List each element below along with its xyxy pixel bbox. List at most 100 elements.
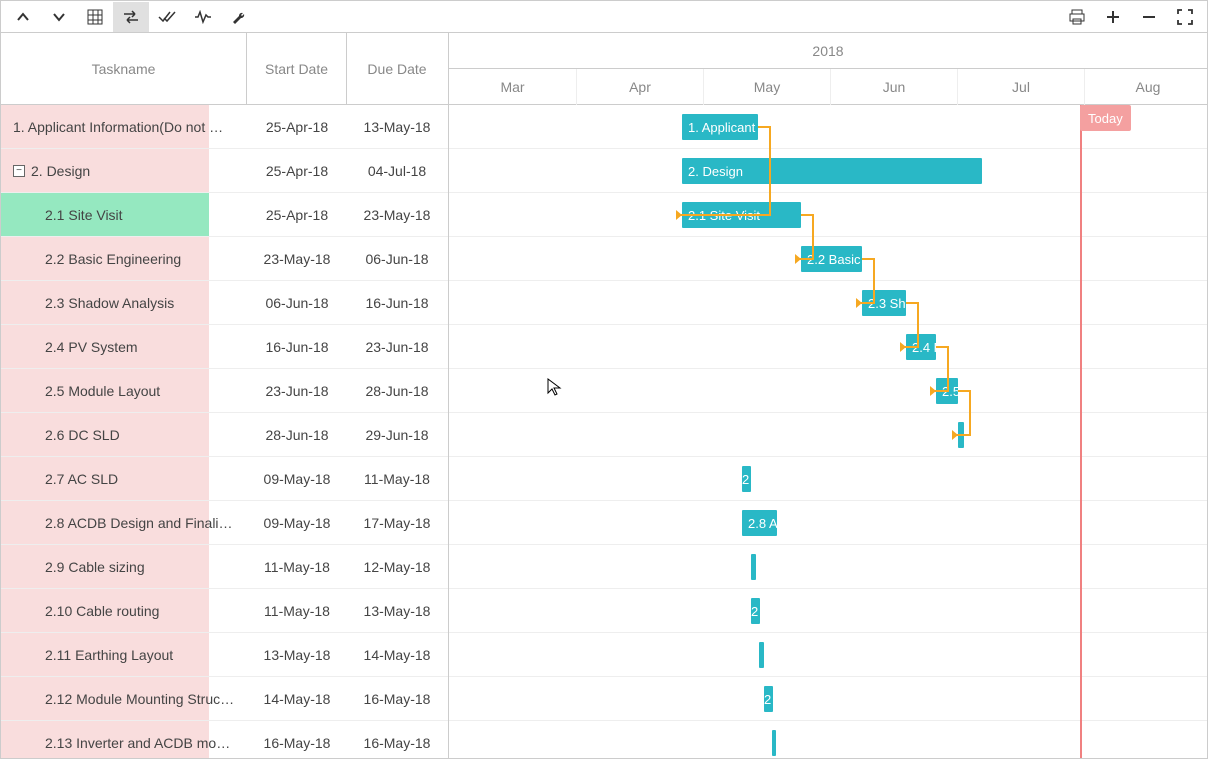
zoom-out-button[interactable] xyxy=(1131,2,1167,32)
check-all-icon xyxy=(158,10,176,24)
task-name: 2.12 Module Mounting Struc… xyxy=(45,691,234,707)
chart-row: 2.3 Sh xyxy=(449,281,1207,325)
task-row[interactable]: 2.5 Module Layout 23-Jun-1828-Jun-18 xyxy=(1,369,448,413)
task-row[interactable]: 1. Applicant Information(Do not … 25-Apr-… xyxy=(1,105,448,149)
task-row[interactable]: 2.1 Site Visit25-Apr-1823-May-18 xyxy=(1,193,448,237)
zoom-in-button[interactable] xyxy=(1095,2,1131,32)
task-name: 2.9 Cable sizing xyxy=(45,559,145,575)
task-row[interactable]: 2.4 PV System16-Jun-1823-Jun-18 xyxy=(1,325,448,369)
column-header-due[interactable]: Due Date xyxy=(347,33,447,104)
task-row[interactable]: 2.7 AC SLD09-May-1811-May-18 xyxy=(1,457,448,501)
task-bar[interactable]: 2.4 P xyxy=(906,334,936,360)
print-icon xyxy=(1069,9,1085,25)
task-start: 09-May-18 xyxy=(247,515,347,531)
month-aug: Aug xyxy=(1084,69,1207,105)
task-name: 1. Applicant Information(Do not … xyxy=(13,119,223,135)
chart-row xyxy=(449,545,1207,589)
task-bar[interactable]: 2.3 Sh xyxy=(862,290,906,316)
task-bar[interactable]: 2 xyxy=(742,466,751,492)
task-row[interactable]: 2.2 Basic Engineering23-May-1806-Jun-18 xyxy=(1,237,448,281)
chart-row xyxy=(449,721,1207,758)
minus-icon xyxy=(1142,10,1156,24)
activity-button[interactable] xyxy=(185,2,221,32)
task-row[interactable]: 2.12 Module Mounting Struc…14-May-1816-M… xyxy=(1,677,448,721)
task-row[interactable]: 2.9 Cable sizing11-May-1812-May-18 xyxy=(1,545,448,589)
task-name: 2. Design xyxy=(31,163,90,179)
task-due: 04-Jul-18 xyxy=(347,163,447,179)
month-may: May xyxy=(703,69,830,105)
timescale-months: MarAprMayJunJulAug xyxy=(449,69,1207,105)
task-bar[interactable]: 2. Design xyxy=(682,158,982,184)
print-button[interactable] xyxy=(1059,2,1095,32)
task-start: 16-Jun-18 xyxy=(247,339,347,355)
task-bar[interactable] xyxy=(958,422,964,448)
task-row[interactable]: 2.10 Cable routing11-May-1813-May-18 xyxy=(1,589,448,633)
link-toggle-button[interactable] xyxy=(113,2,149,32)
task-name: 2.5 Module Layout xyxy=(45,383,160,399)
chart-row: 2 xyxy=(449,457,1207,501)
gantt-chart: 2018 MarAprMayJunJulAug Today 1. Applica… xyxy=(449,33,1207,758)
task-due: 16-May-18 xyxy=(347,735,447,751)
task-row[interactable]: 2.13 Inverter and ACDB mo… 16-May-1816-Ma… xyxy=(1,721,448,758)
chevron-down-icon xyxy=(52,10,66,24)
task-row[interactable]: 2.6 DC SLD28-Jun-1829-Jun-18 xyxy=(1,413,448,457)
wrench-icon xyxy=(231,9,247,25)
month-jul: Jul xyxy=(957,69,1084,105)
task-name: 2.11 Earthing Layout xyxy=(45,647,173,663)
gantt-app: Taskname Start Date Due Date 1. Applican… xyxy=(0,0,1208,759)
grid-icon xyxy=(87,9,103,25)
move-up-button[interactable] xyxy=(5,2,41,32)
task-bar[interactable]: 2 xyxy=(764,686,773,712)
today-line xyxy=(1080,105,1082,758)
task-name: 2.4 PV System xyxy=(45,339,138,355)
chart-row: 2.4 P xyxy=(449,325,1207,369)
task-due: 28-Jun-18 xyxy=(347,383,447,399)
task-due: 12-May-18 xyxy=(347,559,447,575)
month-jun: Jun xyxy=(830,69,957,105)
task-due: 13-May-18 xyxy=(347,603,447,619)
task-name: 2.2 Basic Engineering xyxy=(45,251,181,267)
task-bar[interactable]: 2.1 Site Visit xyxy=(682,202,801,228)
task-bar[interactable]: 2.5 xyxy=(936,378,958,404)
grid-body[interactable]: 1. Applicant Information(Do not … 25-Apr-… xyxy=(1,105,448,758)
task-name: 2.7 AC SLD xyxy=(45,471,118,487)
complete-button[interactable] xyxy=(149,2,185,32)
task-bar[interactable] xyxy=(759,642,764,668)
chart-row: 2 xyxy=(449,677,1207,721)
task-bar[interactable]: 2 xyxy=(751,598,760,624)
task-start: 23-May-18 xyxy=(247,251,347,267)
plus-icon xyxy=(1106,10,1120,24)
task-start: 23-Jun-18 xyxy=(247,383,347,399)
column-header-start[interactable]: Start Date xyxy=(247,33,347,104)
task-name: 2.10 Cable routing xyxy=(45,603,159,619)
task-bar[interactable]: 2.8 A xyxy=(742,510,777,536)
task-row[interactable]: 2.8 ACDB Design and Finali…09-May-1817-M… xyxy=(1,501,448,545)
fullscreen-button[interactable] xyxy=(1167,2,1203,32)
task-row[interactable]: 2.3 Shadow Analysis06-Jun-1816-Jun-18 xyxy=(1,281,448,325)
task-start: 25-Apr-18 xyxy=(247,119,347,135)
task-row[interactable]: −2. Design25-Apr-1804-Jul-18 xyxy=(1,149,448,193)
main-area: Taskname Start Date Due Date 1. Applican… xyxy=(1,33,1207,758)
task-name: 2.13 Inverter and ACDB mo… xyxy=(45,735,230,751)
chart-row: 2.1 Site Visit xyxy=(449,193,1207,237)
grid-view-button[interactable] xyxy=(77,2,113,32)
task-start: 28-Jun-18 xyxy=(247,427,347,443)
chart-row xyxy=(449,413,1207,457)
task-name: 2.8 ACDB Design and Finali… xyxy=(45,515,233,531)
chart-body[interactable]: Today 1. Applicant2. Design2.1 Site Visi… xyxy=(449,105,1207,758)
task-bar[interactable]: 2.2 Basic xyxy=(801,246,862,272)
column-header-name[interactable]: Taskname xyxy=(1,33,247,104)
timescale-year: 2018 xyxy=(449,33,1207,69)
grid-header: Taskname Start Date Due Date xyxy=(1,33,448,105)
task-start: 16-May-18 xyxy=(247,735,347,751)
task-name: 2.3 Shadow Analysis xyxy=(45,295,174,311)
collapse-icon[interactable]: − xyxy=(13,165,25,177)
settings-button[interactable] xyxy=(221,2,257,32)
task-bar[interactable] xyxy=(772,730,776,756)
task-due: 16-May-18 xyxy=(347,691,447,707)
task-bar[interactable] xyxy=(751,554,756,580)
task-row[interactable]: 2.11 Earthing Layout13-May-1814-May-18 xyxy=(1,633,448,677)
task-due: 23-May-18 xyxy=(347,207,447,223)
move-down-button[interactable] xyxy=(41,2,77,32)
task-bar[interactable]: 1. Applicant xyxy=(682,114,758,140)
